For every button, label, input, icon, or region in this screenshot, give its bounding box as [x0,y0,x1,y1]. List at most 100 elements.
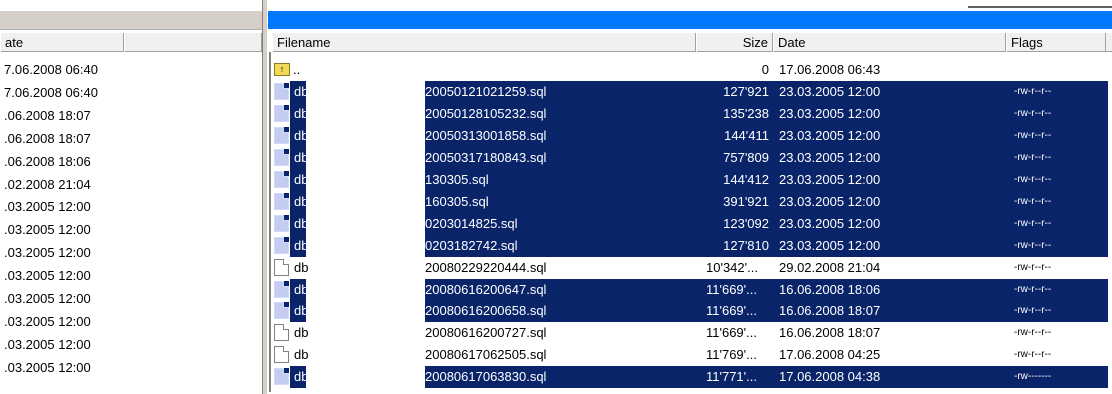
parent-size: 0 [761,62,769,77]
left-item-date: .02.2008 21:04 [4,176,91,192]
file-size: 144'411 [724,127,769,143]
flags-column-header[interactable]: Flags [1006,33,1106,52]
left-item-date: .03.2005 12:00 [4,222,91,238]
file-name: 20080616200647.sql [425,281,547,297]
left-item-date: .03.2005 12:00 [4,336,91,352]
file-row[interactable]: db 20050128105232.sql 135'238 23.03.2005 12… [268,103,1112,125]
file-flags: -rw-r--r-- [1014,327,1052,339]
file-size: 135'238 [723,105,769,121]
file-row[interactable]: db 20050313001858.sql 144'411 23.03.2005 12… [268,125,1112,147]
file-prefix: db [294,281,309,297]
file-row[interactable]: db 160305.sql 391'921 23.03.2005 12:00 -rw-r… [268,191,1112,213]
file-flags: -rw-r--r-- [1014,305,1052,317]
left-item-date: .03.2005 12:00 [4,313,91,329]
file-icon [274,148,289,166]
parent-directory-row[interactable]: ↑.. 0 17.06.2008 06:43 [268,59,1112,81]
left-list-item[interactable]: 7.06.2008 06:40 [4,59,98,81]
left-pane: ate 7.06.2008 06:40 7.06.2008 06:40 .06.20… [0,0,262,394]
left-item-date: 7.06.2008 06:40 [4,84,98,100]
left-list-item[interactable]: .03.2005 12:00 [4,357,91,379]
file-prefix: db [294,303,309,319]
left-list-item[interactable]: .03.2005 12:00 [4,242,91,264]
left-list-item[interactable]: 7.06.2008 06:40 [4,82,98,104]
left-date-column-header[interactable]: ate [0,33,124,52]
file-row[interactable]: db 0203182742.sql 127'810 23.03.2005 12:00 -… [268,235,1112,257]
file-size: 144'412 [723,171,769,187]
file-flags: -rw-r--r-- [1014,261,1052,273]
file-icon [274,324,289,342]
file-icon [274,258,289,276]
right-pane-titlebar [268,11,1112,29]
file-icon [274,368,289,386]
left-list-item[interactable]: .03.2005 12:00 [4,265,91,287]
file-name: 20080616200658.sql [425,303,547,319]
left-pane-titlebar [0,11,262,30]
file-name: 20050121021259.sql [425,83,547,99]
file-flags: -rw-r--r-- [1014,151,1052,163]
file-prefix: db [294,149,309,165]
window-menu-line [968,6,1112,8]
left-list-item[interactable]: .03.2005 12:00 [4,288,91,310]
file-row[interactable]: db 20080617062505.sql 11'769'... 17.06.2008… [268,344,1112,366]
left-list-item[interactable]: .06.2008 18:06 [4,151,91,173]
left-item-date: .03.2005 12:00 [4,359,91,375]
folder-up-icon: ↑ [274,63,290,76]
file-date: 29.02.2008 21:04 [779,259,881,275]
file-size: 10'342'... [706,259,758,275]
file-row[interactable]: db 20080616200727.sql 11'669'... 16.06.2008… [268,322,1112,344]
file-icon [274,214,289,232]
file-icon [274,302,289,320]
left-list-item[interactable]: .02.2008 21:04 [4,174,91,196]
file-row[interactable]: db 20050121021259.sql 127'921 23.03.2005 12… [268,81,1112,103]
left-item-date: .03.2005 12:00 [4,291,91,306]
left-list-item[interactable]: .03.2005 12:00 [4,219,91,241]
file-flags: -rw-r--r-- [1014,107,1052,119]
file-size: 11'769'... [706,347,757,363]
left-list-item[interactable]: .03.2005 12:00 [4,334,91,356]
date-column-header[interactable]: Date [773,33,1006,52]
left-item-date: .03.2005 12:00 [4,245,91,261]
file-size: 11'669'... [706,325,757,341]
file-name: 20050128105232.sql [425,105,547,121]
file-icon [274,82,289,100]
file-row[interactable]: db 0203014825.sql 123'092 23.03.2005 12:00 -… [268,213,1112,235]
file-name: 20050313001858.sql [425,127,547,143]
file-name: 0203182742.sql [425,237,518,253]
file-name: 20080229220444.sql [425,259,547,275]
file-prefix: db [294,171,309,187]
file-size: 127'921 [723,83,769,99]
file-size: 11'669'... [706,303,757,319]
left-list-item[interactable]: .03.2005 12:00 [4,311,91,333]
left-list-item[interactable]: .06.2008 18:07 [4,128,91,150]
size-column-header[interactable]: Size [696,33,773,52]
file-flags: -rw-r--r-- [1014,85,1052,97]
filename-column-header[interactable]: Filename [272,33,696,52]
left-item-date: .06.2008 18:07 [4,107,91,123]
file-row[interactable]: db 20050317180843.sql 757'809 23.03.2005 12… [268,147,1112,169]
parent-date: 17.06.2008 06:43 [779,62,881,77]
left-item-date: .06.2008 18:06 [4,153,91,169]
file-date: 17.06.2008 04:25 [779,347,881,363]
left-extra-column-header[interactable] [124,33,262,52]
left-list-item[interactable]: .06.2008 18:07 [4,105,91,127]
file-prefix: db [294,259,309,275]
file-name: 20080617062505.sql [425,347,547,363]
file-row[interactable]: db 20080229220444.sql 10'342'... 29.02.2008… [268,257,1112,279]
file-row[interactable]: db 20080617063830.sql 11'771'... 17.06.2008… [268,366,1112,388]
parent-name: .. [293,62,301,77]
left-pane-header: ate [0,32,262,52]
file-row[interactable]: db 20080616200658.sql 11'669'... 16.06.2008… [268,300,1112,322]
file-size: 11'771'... [706,369,757,385]
file-date: 23.03.2005 12:00 [779,127,881,143]
file-size: 123'092 [723,215,769,231]
file-icon [274,126,289,144]
left-list-item[interactable]: .03.2005 12:00 [4,196,91,218]
file-icon [274,104,289,122]
file-date: 16.06.2008 18:06 [779,281,881,297]
file-row[interactable]: db 20080616200647.sql 11'669'... 16.06.2008… [268,279,1112,301]
file-date: 23.03.2005 12:00 [779,215,881,231]
file-flags: -rw-r--r-- [1014,195,1052,207]
right-pane-header: Filename Size Date Flags [272,32,1112,52]
left-item-date: 7.06.2008 06:40 [4,62,98,77]
file-row[interactable]: db 130305.sql 144'412 23.03.2005 12:00 -rw-r… [268,169,1112,191]
